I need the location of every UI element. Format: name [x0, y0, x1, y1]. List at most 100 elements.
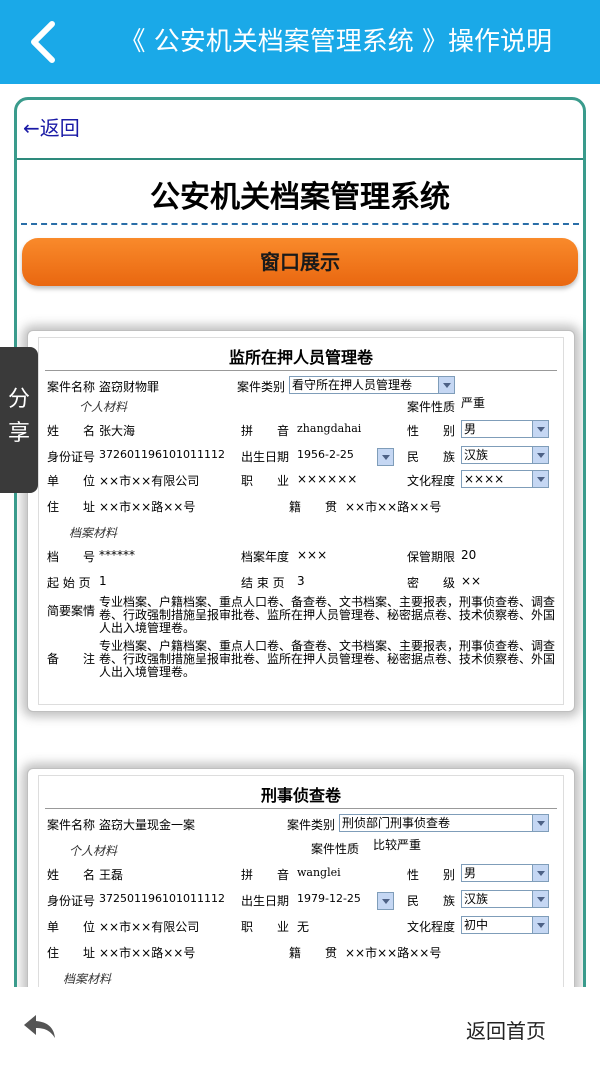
dropdown-arrow-icon	[532, 891, 548, 907]
end-value: 3	[297, 574, 305, 588]
ethnic-value: 汉族	[464, 448, 489, 462]
share-tab[interactable]: 分享	[0, 347, 38, 493]
unit-label: 单 位	[47, 920, 96, 934]
addr-label: 住 址	[47, 946, 96, 960]
form-divider	[45, 808, 557, 809]
start-value: 1	[99, 574, 107, 588]
dropdown-arrow-icon	[532, 865, 548, 881]
pinyin-value: wanglei	[297, 866, 341, 879]
ethnic-value: 汉族	[464, 892, 489, 906]
addr-label: 住 址	[47, 500, 96, 514]
divider	[17, 158, 583, 160]
share-label: 分享	[8, 387, 31, 446]
job-label: 职 业	[241, 920, 290, 934]
dropdown-arrow-icon	[532, 421, 548, 437]
case-type-label: 案件类别	[237, 380, 286, 394]
unit-value: ××市××有限公司	[99, 920, 200, 934]
case-type-select[interactable]: 看守所在押人员管理卷	[289, 376, 455, 394]
remark-value: 专业档案、户籍档案、重点人口卷、备查卷、文书档案、主要报表，刑事侦查卷、调查卷、…	[99, 639, 556, 679]
file-no-value: ******	[99, 548, 135, 562]
summary-value: 专业档案、户籍档案、重点人口卷、备查卷、文书档案、主要报表，刑事侦查卷、调查卷、…	[99, 595, 556, 635]
top-bar: 《 公安机关档案管理系统 》操作说明	[0, 0, 600, 84]
year-value: ×××	[297, 548, 328, 562]
remark-label: 备 注	[47, 652, 96, 666]
native-value: ××市××路××号	[345, 946, 442, 960]
return-home-button[interactable]: 返回首页	[466, 1015, 546, 1044]
edu-value: 初中	[464, 918, 489, 932]
unit-value: ××市××有限公司	[99, 474, 200, 488]
native-label: 籍 贯	[289, 946, 338, 960]
ethnic-select[interactable]: 汉族	[461, 446, 549, 464]
archive-section-label: 档案材料	[63, 972, 112, 986]
id-label: 身份证号	[47, 450, 96, 464]
case-nature-label: 案件性质	[311, 842, 360, 856]
dropdown-arrow-icon	[532, 447, 548, 463]
date-picker-icon[interactable]	[377, 892, 394, 910]
native-label: 籍 贯	[289, 500, 338, 514]
dropdown-arrow-icon	[532, 471, 548, 487]
birth-value: 1979-12-25	[297, 892, 361, 905]
pinyin-label: 拼 音	[241, 868, 290, 882]
keep-value: 20	[461, 548, 477, 562]
gender-label: 性 别	[407, 868, 456, 882]
bottom-bar: 返回首页	[0, 987, 600, 1067]
native-value: ××市××路××号	[345, 500, 442, 514]
form-title: 监所在押人员管理卷	[228, 348, 373, 367]
name-label: 姓 名	[47, 424, 96, 438]
case-type-label: 案件类别	[287, 818, 336, 832]
personal-section-label: 个人材料	[69, 844, 118, 858]
return-link[interactable]: ←返回	[23, 112, 80, 141]
edu-label: 文化程度	[407, 474, 456, 488]
date-picker-icon[interactable]	[377, 448, 394, 466]
name-label: 姓 名	[47, 868, 96, 882]
unit-label: 单 位	[47, 474, 96, 488]
summary-label: 简要案情	[47, 604, 96, 618]
year-label: 档案年度	[241, 550, 290, 564]
case-type-value: 看守所在押人员管理卷	[292, 378, 413, 392]
end-label: 结 束 页	[241, 576, 285, 590]
edu-select[interactable]: 初中	[461, 916, 549, 934]
gender-label: 性 别	[407, 424, 456, 438]
birth-value: 1956-2-25	[297, 448, 354, 461]
dropdown-arrow-icon	[438, 377, 454, 393]
case-name-label: 案件名称	[47, 818, 96, 832]
job-value: 无	[297, 920, 310, 934]
back-chevron-icon[interactable]	[24, 18, 64, 66]
window-display-button[interactable]: 窗口展示	[22, 238, 578, 286]
birth-label: 出生日期	[241, 450, 290, 464]
form-title: 刑事侦查卷	[260, 786, 341, 805]
secret-label: 密 级	[407, 576, 456, 590]
name-value: 王磊	[99, 868, 124, 882]
file-no-label: 档 号	[47, 550, 96, 564]
id-value: 372501196101011112	[99, 892, 225, 905]
case-type-select[interactable]: 刑侦部门刑事侦查卷	[339, 814, 549, 832]
id-value: 372601196101011112	[99, 448, 225, 461]
edu-label: 文化程度	[407, 920, 456, 934]
gender-select[interactable]: 男	[461, 420, 549, 438]
edu-select[interactable]: ××××	[461, 470, 549, 488]
birth-label: 出生日期	[241, 894, 290, 908]
case-name-value: 盗窃大量现金一案	[99, 818, 196, 832]
archive-section-label: 档案材料	[69, 526, 118, 540]
form-divider	[45, 370, 557, 371]
keep-label: 保管期限	[407, 550, 456, 564]
job-label: 职 业	[241, 474, 290, 488]
form-panel: 监所在押人员管理卷 案件名称 盗窃财物罪 案件类别 看守所在押人员管理卷 个人材…	[38, 337, 564, 705]
case-nature-value: 严重	[461, 396, 486, 410]
gender-select[interactable]: 男	[461, 864, 549, 882]
case-nature-value: 比较严重	[373, 838, 422, 852]
addr-value: ××市××路××号	[99, 500, 196, 514]
case-name-value: 盗窃财物罪	[99, 380, 160, 394]
content-frame: ←返回 公安机关档案管理系统 窗口展示 监所在押人员管理卷 案件名称 盗窃财物罪…	[14, 97, 586, 1057]
ethnic-label: 民 族	[407, 894, 456, 908]
edu-value: ××××	[464, 472, 505, 486]
pinyin-value: zhangdahai	[297, 422, 362, 435]
personal-section-label: 个人材料	[79, 400, 128, 414]
id-label: 身份证号	[47, 894, 96, 908]
dashed-divider	[21, 223, 579, 225]
case-nature-label: 案件性质	[407, 400, 456, 414]
ethnic-select[interactable]: 汉族	[461, 890, 549, 908]
back-arrow-icon[interactable]	[22, 1013, 58, 1041]
dropdown-arrow-icon	[532, 815, 548, 831]
job-value: ××××××	[297, 472, 358, 486]
